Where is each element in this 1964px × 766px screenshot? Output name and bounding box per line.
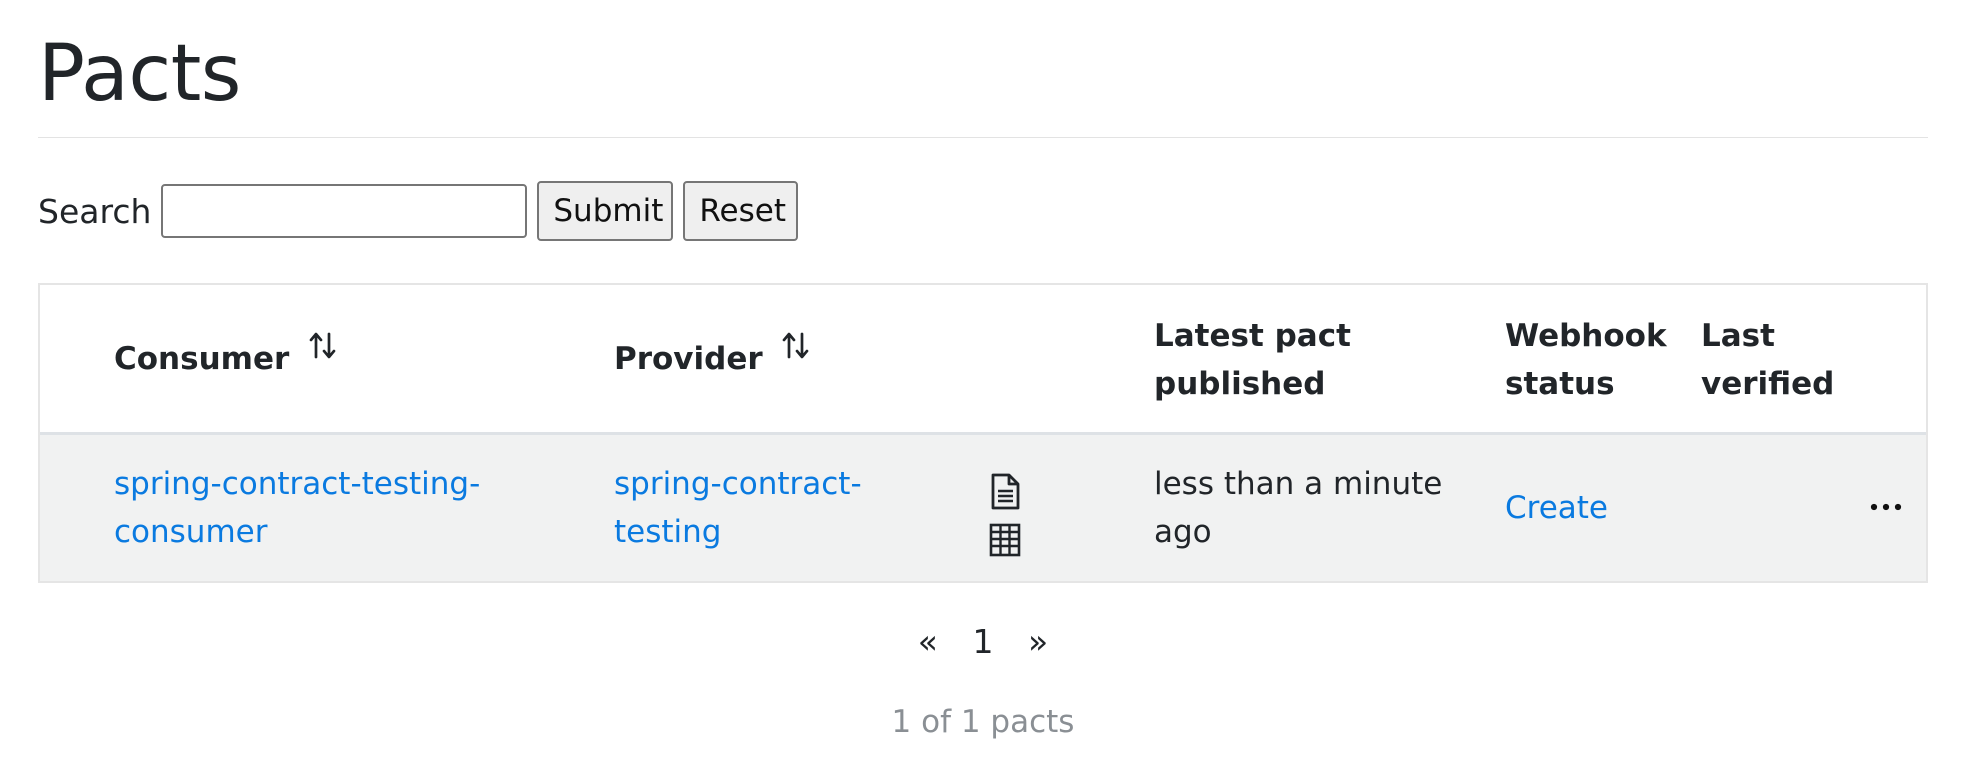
pagination: « 1 » — [38, 618, 1928, 666]
next-page-link[interactable]: » — [1028, 618, 1048, 666]
last-verified-column-header: Last verified — [1701, 318, 1835, 402]
consumer-column-label: Consumer — [114, 341, 290, 377]
consumer-column-header[interactable]: Consumer — [114, 332, 338, 383]
title-divider — [38, 137, 1928, 138]
webhook-status-column-header: Webhook status — [1505, 318, 1667, 402]
table-grid-icon[interactable] — [988, 521, 1022, 559]
consumer-link[interactable]: spring-contract-testing-consumer — [114, 466, 480, 550]
search-label: Search — [38, 191, 152, 231]
results-summary: 1 of 1 pacts — [891, 704, 1075, 740]
pacts-table: Consumer Provider Latest pact published … — [38, 283, 1928, 583]
document-icon[interactable] — [988, 473, 1022, 511]
create-webhook-link[interactable]: Create — [1505, 490, 1608, 526]
provider-column-header[interactable]: Provider — [614, 332, 811, 383]
current-page-link[interactable]: 1 — [973, 618, 994, 666]
table-header: Consumer Provider Latest pact published … — [40, 285, 1926, 435]
page-title: Pacts — [38, 29, 241, 119]
reset-button[interactable]: Reset — [683, 181, 799, 241]
latest-pact-published-value: less than a minute ago — [1154, 466, 1443, 550]
table-row: spring-contract-testing-consumer spring-… — [40, 435, 1926, 581]
pacts-page: Pacts Search Submit Reset Consumer Provi… — [38, 0, 1928, 766]
search-form: Search Submit Reset — [38, 181, 799, 241]
submit-button[interactable]: Submit — [537, 181, 674, 241]
previous-page-link[interactable]: « — [918, 618, 938, 666]
sort-icon[interactable] — [781, 329, 811, 361]
more-options-icon[interactable] — [1866, 497, 1906, 517]
pact-view-icons — [988, 473, 1024, 565]
latest-pact-published-column-header: Latest pact published — [1154, 318, 1351, 402]
provider-column-label: Provider — [614, 341, 763, 377]
provider-link[interactable]: spring-contract-testing — [614, 466, 862, 550]
search-input[interactable] — [161, 184, 528, 238]
sort-icon[interactable] — [308, 329, 338, 361]
